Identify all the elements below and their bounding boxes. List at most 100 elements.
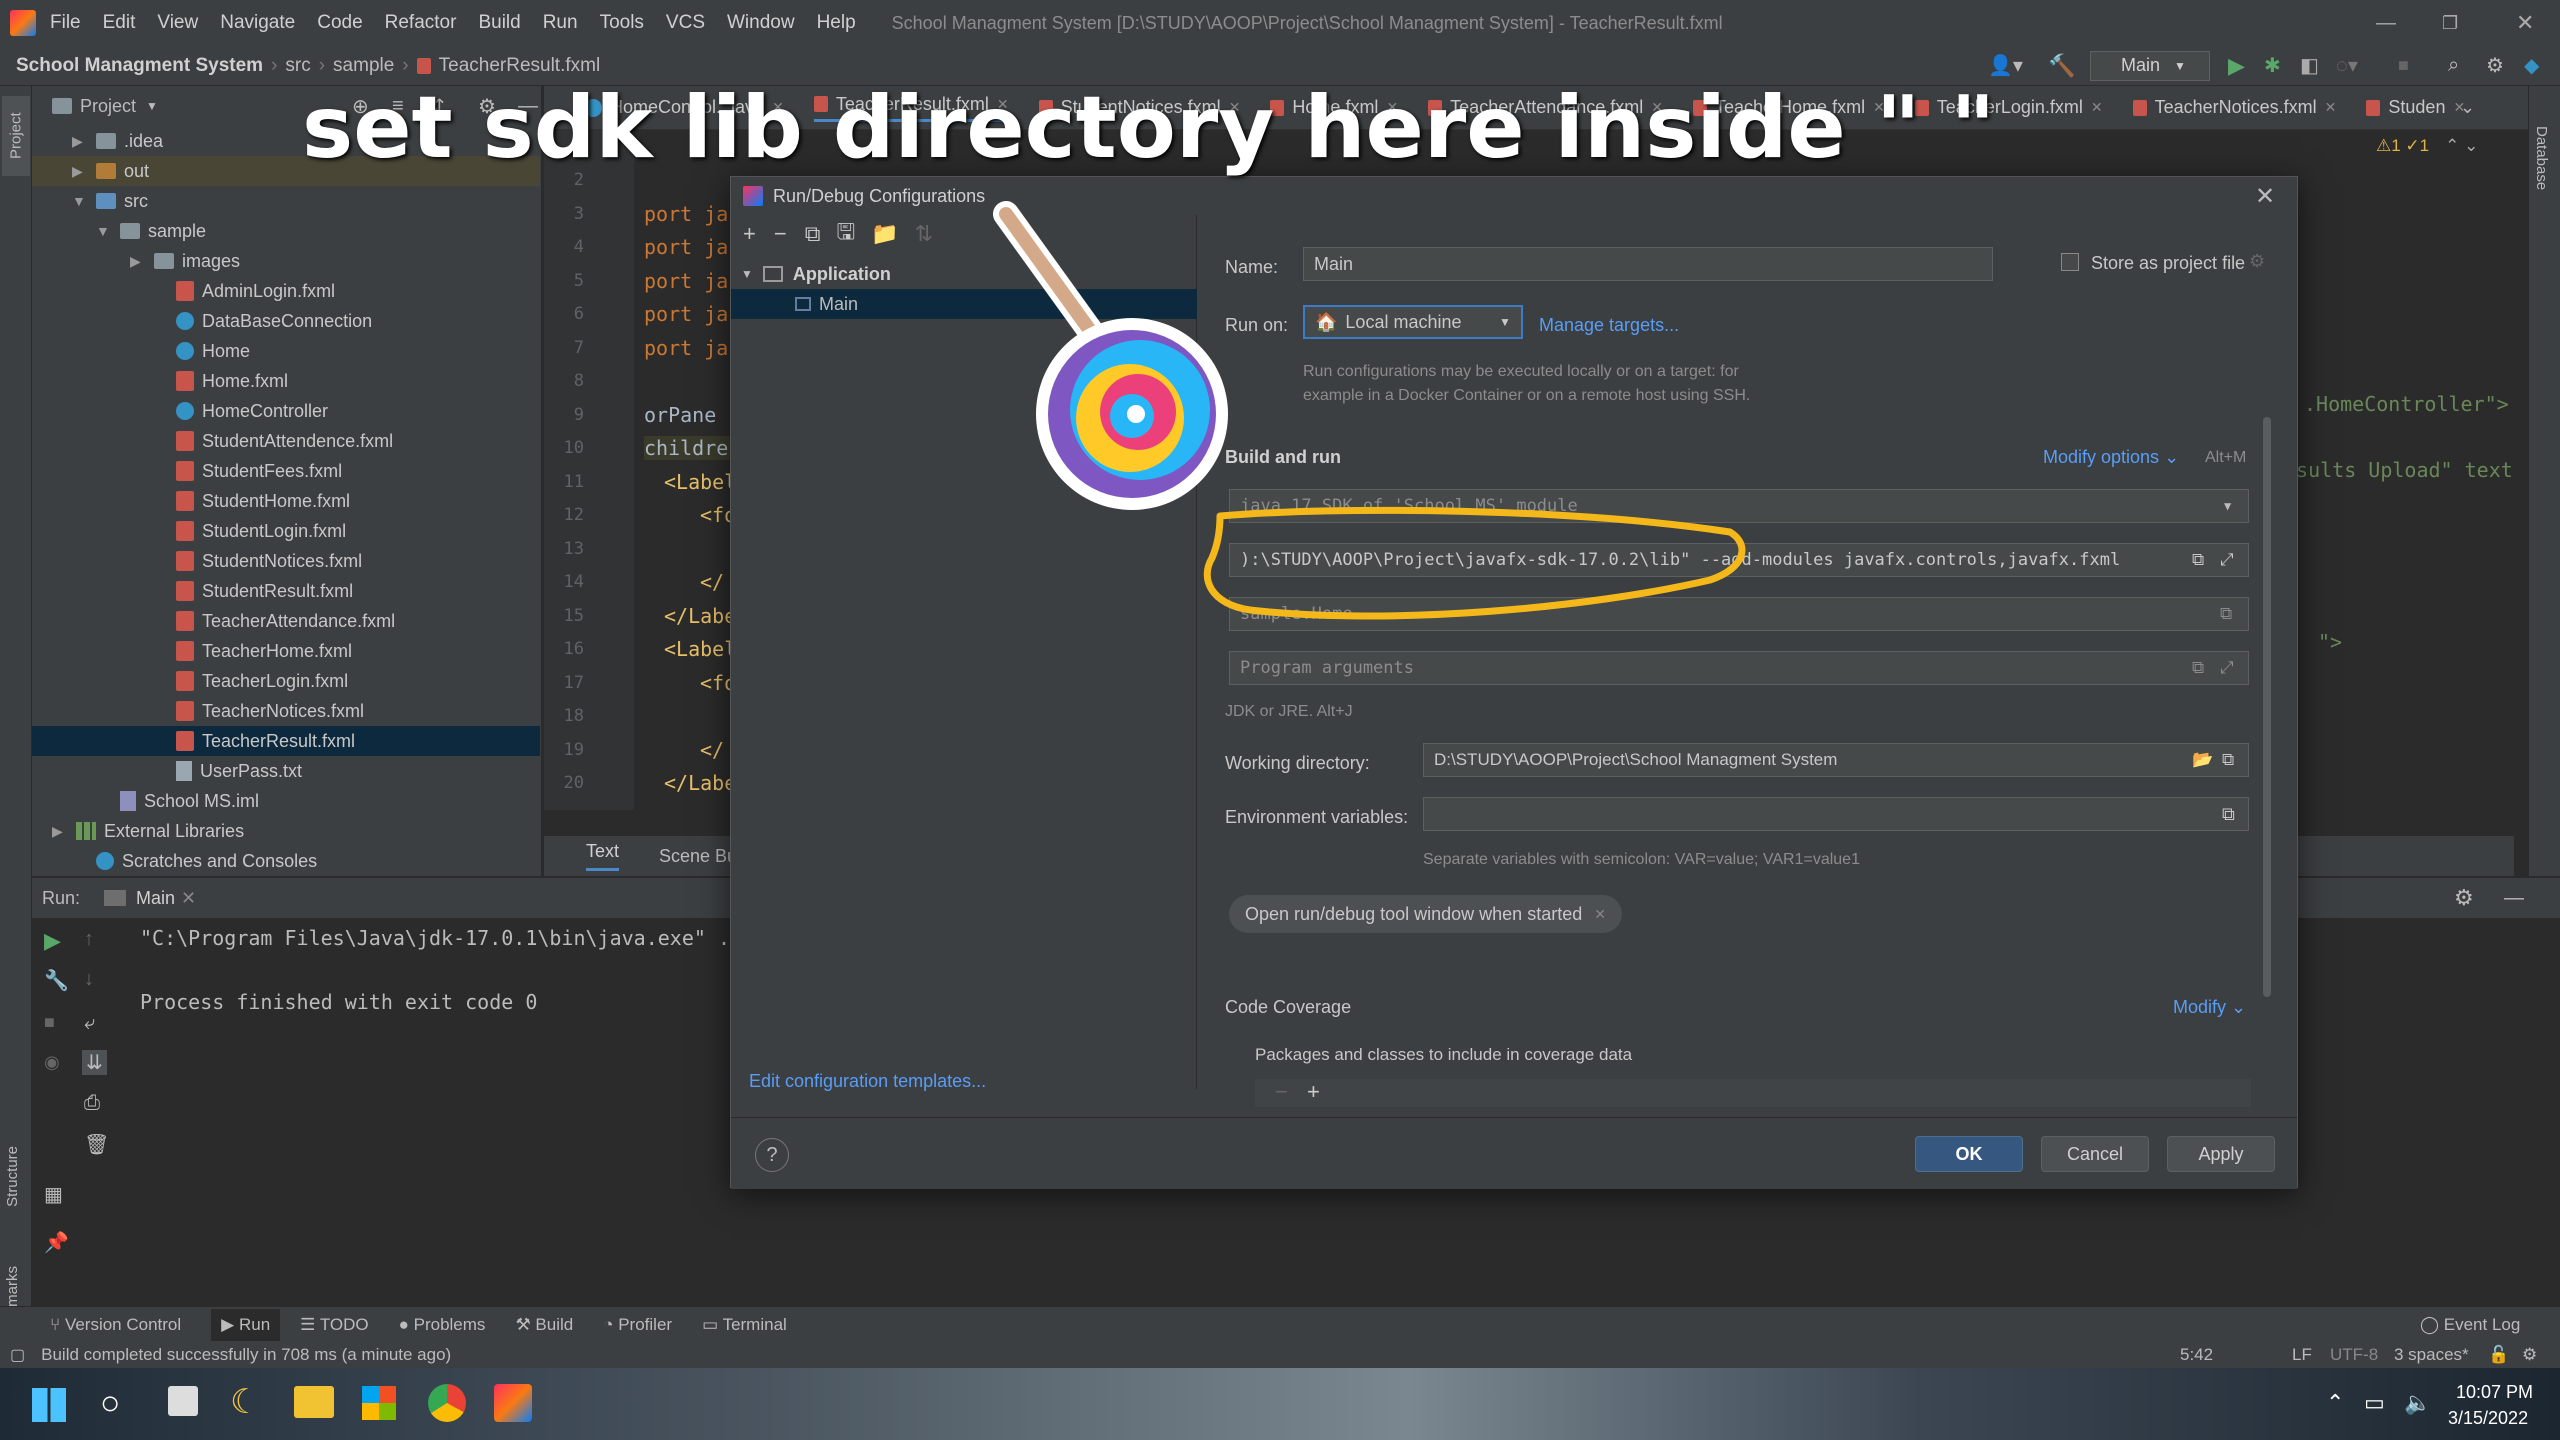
menu-navigate[interactable]: Navigate [220,12,295,34]
args-copy-icon[interactable]: ⧉ [2192,658,2204,678]
tray-chevron-icon[interactable]: ⌃ [2326,1390,2344,1416]
close-tab-icon[interactable]: ✕ [2325,99,2337,116]
delete-icon[interactable]: 🗑 [84,1132,109,1157]
file-encoding[interactable]: UTF-8 [2330,1345,2378,1365]
line-ending[interactable]: LF [2292,1345,2312,1365]
plugins-icon[interactable]: ◆ [2524,53,2539,78]
env-edit-icon[interactable]: ⧉ [2222,804,2235,825]
widgets-icon[interactable]: ☾ [230,1382,260,1422]
store-settings-icon[interactable]: ⚙ [2249,251,2265,272]
store-project-checkbox[interactable] [2061,253,2079,271]
task-view-icon[interactable] [168,1386,198,1416]
tree-item[interactable]: TeacherAttendance.fxml [32,606,540,636]
inspection-widget[interactable]: ⚠1 ✓1 ⌃ ⌄ [2376,136,2478,156]
build-tab[interactable]: ⚒ Build [515,1315,573,1335]
tree-expand-icon[interactable]: ▶ [130,253,154,270]
stop-icon[interactable]: ■ [2398,55,2409,76]
folder-config-icon[interactable]: 📁 [871,221,898,247]
lock-icon[interactable]: 🔓 [2488,1345,2509,1365]
run-icon[interactable]: ▶ [2228,53,2245,79]
breadcrumb-sample[interactable]: sample [333,55,394,77]
menu-vcs[interactable]: VCS [666,12,705,34]
tree-item[interactable]: StudentLogin.fxml [32,516,540,546]
clock-date[interactable]: 3/15/2022 [2448,1408,2528,1429]
menu-edit[interactable]: Edit [103,12,136,34]
tree-item[interactable]: TeacherNotices.fxml [32,696,540,726]
save-config-icon[interactable]: 🖫 [836,215,855,253]
network-icon[interactable]: ▭ [2364,1390,2385,1416]
pin-icon[interactable]: 📌 [44,1230,69,1255]
form-scrollbar[interactable] [2263,417,2271,997]
debug-icon[interactable]: ✱ [2264,53,2281,78]
version-control-tab[interactable]: ⑂ Version Control [50,1315,181,1335]
problems-tab[interactable]: ● Problems [399,1315,486,1335]
rerun-icon[interactable]: ▶ [44,928,61,954]
windows-start-icon[interactable] [32,1388,66,1422]
text-mode-tab[interactable]: Text [586,841,620,871]
tree-item[interactable]: TeacherHome.fxml [32,636,540,666]
args-expand-icon[interactable]: ⤢ [2220,658,2234,678]
database-tool-tab[interactable]: Database [2533,126,2550,190]
clock-time[interactable]: 10:07 PM [2456,1382,2533,1403]
user-icon[interactable]: 👤▾ [1988,53,2023,78]
project-tool-tab[interactable]: Project [2,96,30,176]
notifications-icon[interactable]: ⚙ [2522,1345,2537,1365]
coverage-remove-icon[interactable]: − [1275,1079,1288,1105]
more-tabs-icon[interactable]: ⌄ [2460,97,2475,118]
intellij-logo-icon[interactable] [10,10,36,36]
program-args-field[interactable]: Program arguments ⧉ ⤢ [1229,651,2249,685]
scroll-end-icon[interactable]: ⇊ [82,1050,107,1075]
tree-item[interactable]: HomeController [32,396,540,426]
browse-class-icon[interactable]: ⧉ [2220,604,2232,624]
up-icon[interactable]: ↑ [84,928,94,951]
minimize-icon[interactable]: — [2376,12,2396,35]
workdir-macro-icon[interactable]: ⧉ [2222,750,2234,770]
tree-item[interactable]: StudentNotices.fxml [32,546,540,576]
structure-tool-tab[interactable]: Structure [4,1146,21,1207]
apply-button[interactable]: Apply [2167,1136,2275,1172]
down-icon[interactable]: ↓ [84,968,94,991]
tree-item[interactable]: DataBaseConnection [32,306,540,336]
run-hide-icon[interactable]: — [2504,887,2524,910]
status-message[interactable]: Build completed successfully in 708 ms (… [41,1345,451,1365]
run-on-select[interactable]: 🏠 Local machine ▼ [1303,305,1523,339]
close-tab-icon[interactable]: ✕ [2091,99,2103,116]
tree-item[interactable]: Scratches and Consoles [32,846,540,876]
tree-expand-icon[interactable]: ▶ [72,163,96,180]
menu-help[interactable]: Help [817,12,856,34]
coverage-add-icon[interactable]: + [1307,1079,1320,1105]
breadcrumb-project[interactable]: School Managment System [16,55,263,77]
editor-tab[interactable]: Studen ✕ [2366,97,2465,118]
menu-code[interactable]: Code [317,12,362,34]
chrome-icon[interactable] [428,1384,466,1422]
profile-icon[interactable]: ◌▾ [2336,53,2358,78]
tree-expand-icon[interactable]: ▶ [52,823,76,840]
tree-item[interactable]: StudentFees.fxml [32,456,540,486]
tree-item[interactable]: ▼ sample [32,216,540,246]
tree-expand-icon[interactable]: ▼ [96,223,120,239]
open-tool-window-chip[interactable]: Open run/debug tool window when started ✕ [1229,895,1622,933]
workdir-field[interactable]: D:\STUDY\AOOP\Project\School Managment S… [1423,743,2249,777]
run-config-select[interactable]: Main ▼ [2090,50,2210,81]
tree-item[interactable]: TeacherLogin.fxml [32,666,540,696]
menu-window[interactable]: Window [727,12,795,34]
menu-file[interactable]: File [50,12,81,34]
tree-item[interactable]: StudentHome.fxml [32,486,540,516]
edit-templates-link[interactable]: Edit configuration templates... [749,1071,986,1092]
file-explorer-icon[interactable] [294,1386,334,1418]
stop-run-icon[interactable]: ■ [44,1012,55,1033]
cancel-button[interactable]: Cancel [2041,1136,2149,1172]
dialog-close-icon[interactable]: ✕ [2255,182,2275,211]
menu-view[interactable]: View [157,12,198,34]
name-field[interactable]: Main [1303,247,1993,281]
copy-config-icon[interactable]: ⧉ [805,221,821,247]
editor-tab[interactable]: TeacherNotices.fxml ✕ [2132,97,2337,118]
run-settings-icon[interactable]: ⚙ [2454,885,2474,911]
tree-expand-icon[interactable]: ▶ [72,133,96,150]
menu-tools[interactable]: Tools [600,12,644,34]
build-hammer-icon[interactable]: 🔨 [2048,53,2075,79]
coverage-icon[interactable]: ◧ [2300,53,2319,78]
modify-options-link[interactable]: Modify options ⌄ [2043,447,2179,468]
store-icon[interactable] [362,1386,396,1420]
tree-item[interactable]: Home.fxml [32,366,540,396]
